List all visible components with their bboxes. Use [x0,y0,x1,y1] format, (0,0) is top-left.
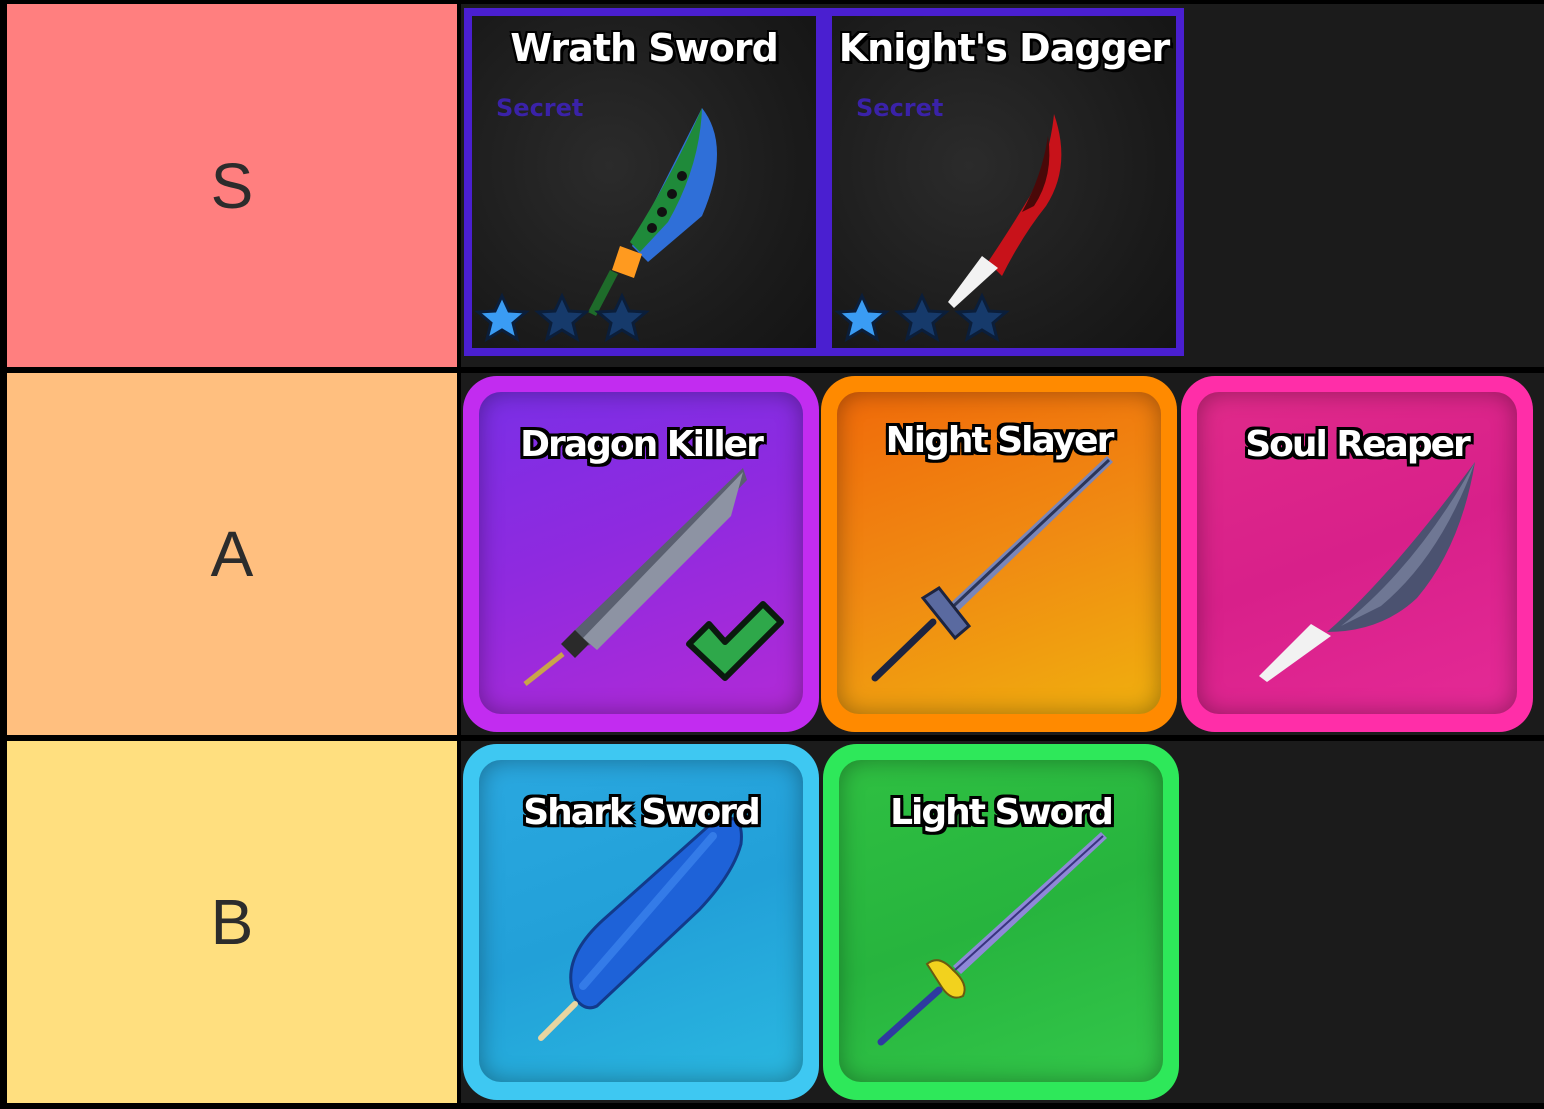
card-background: Knight's Dagger Secret [832,16,1176,348]
star-empty-icon [534,292,590,342]
tier-label-a[interactable]: A [7,373,457,735]
rating-stars [474,292,650,342]
item-title: Shark Sword [523,792,761,833]
item-title: Night Slayer [885,420,1115,461]
tier-label-b[interactable]: B [7,741,457,1103]
item-card-dragon-killer[interactable]: Dragon Killer [463,376,819,732]
item-card-night-slayer[interactable]: Night Slayer [821,376,1177,732]
star-empty-icon [594,292,650,342]
tier-row-s: S Wrath Sword Secret Knight's Dagger Sec… [0,4,1544,367]
star-empty-icon [894,292,950,342]
tier-items-s: Wrath Sword Secret Knight's Dagger Secre… [461,4,1544,367]
tier-items-b: Shark Sword Light Sword [461,741,1544,1103]
tier-row-a: A Dragon Killer Night Slayer Soul Reaper [0,373,1544,735]
checkmark-icon [686,601,784,681]
star-filled-icon [834,292,890,342]
item-card-light-sword[interactable]: Light Sword [823,744,1179,1100]
item-title: Dragon Killer [520,424,764,465]
item-title: Light Sword [890,792,1114,833]
tier-label-s[interactable]: S [7,4,457,367]
item-card-soul-reaper[interactable]: Soul Reaper [1181,376,1533,732]
card-background: Wrath Sword Secret [472,16,816,348]
item-card-knights-dagger[interactable]: Knight's Dagger Secret [824,8,1184,356]
rating-stars [834,292,1010,342]
tier-list: S Wrath Sword Secret Knight's Dagger Sec… [0,0,1544,1109]
item-title: Soul Reaper [1245,424,1471,465]
star-filled-icon [474,292,530,342]
star-empty-icon [954,292,1010,342]
item-card-shark-sword[interactable]: Shark Sword [463,744,819,1100]
item-card-wrath-sword[interactable]: Wrath Sword Secret [464,8,824,356]
tier-row-b: B Shark Sword Light Sword [0,741,1544,1103]
tier-items-a: Dragon Killer Night Slayer Soul Reaper [461,373,1544,735]
